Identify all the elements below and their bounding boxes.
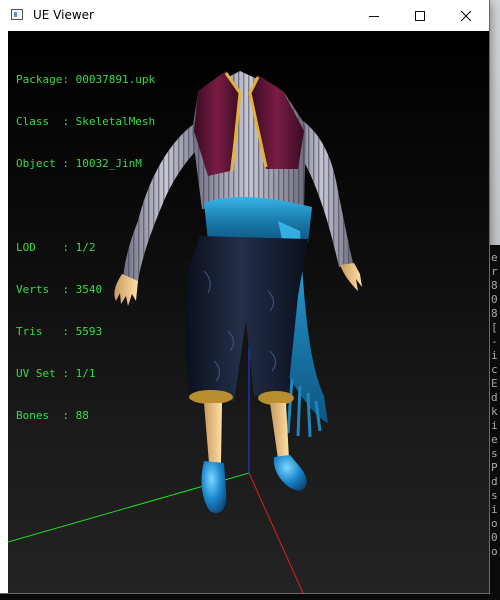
title-bar[interactable]: UE Viewer [0,0,489,31]
close-button[interactable] [443,0,489,31]
info-uvset: UV Set : 1/1 [16,367,96,380]
info-package: Package: 00037891.upk [16,73,156,86]
info-bones: Bones : 88 [16,409,89,422]
info-object: Object : 10032_JinM [16,157,142,170]
ue-viewer-window: UE Viewer Package: 00037891.upk Class: … [0,0,489,593]
info-tris: Tris : 5593 [16,325,103,338]
info-lod: LOD : 1/2 [16,241,96,254]
window-title: UE Viewer [33,8,94,22]
minimize-button[interactable] [351,0,397,31]
console-window-edge: e r 8 0 8 [ - i c E d k i e s P d s i o … [489,245,500,600]
minimize-icon [369,15,379,17]
info-verts: Verts : 3540 [16,283,103,296]
axis-x-line [248,472,304,593]
maximize-button[interactable] [397,0,443,31]
maximize-icon [415,10,425,21]
3d-viewport[interactable]: Package: 00037891.upk Class : SkeletalMe… [8,31,489,593]
mesh-info-overlay: Package: 00037891.upk Class : SkeletalMe… [16,45,155,451]
app-icon [11,9,23,20]
info-class: Class : SkeletalMesh [16,115,156,128]
close-icon [461,10,471,21]
